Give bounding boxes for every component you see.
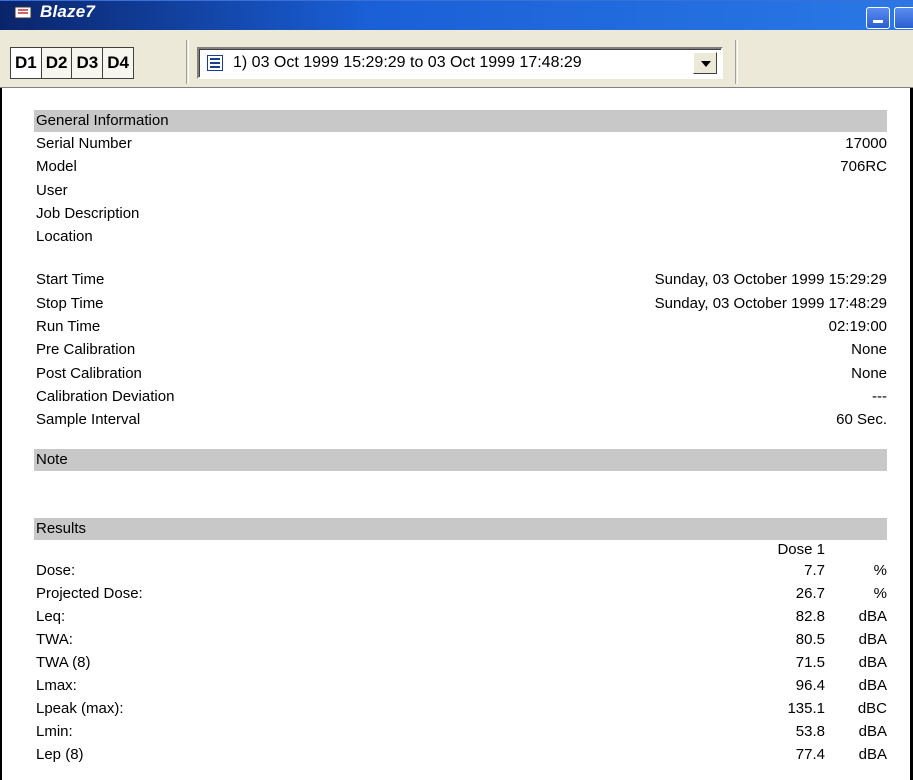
field-label: Sample Interval	[36, 411, 141, 429]
note-content	[34, 471, 887, 518]
results-list: Dose: 7.7% Projected Dose: 26.7% Leq: 82.8 dBA…	[34, 559, 887, 766]
results-column-header: Dose 1	[777, 540, 825, 558]
field-value: None	[851, 364, 887, 382]
field-value: 80.5	[795, 630, 825, 648]
field-value: Sunday, 03 October 1999 15:29:29	[654, 271, 887, 289]
title-bar: Blaze7	[0, 0, 913, 30]
minimize-button[interactable]	[866, 7, 890, 29]
toolbar-separator	[186, 40, 189, 84]
dataset-button-d4[interactable]: D4	[103, 48, 133, 78]
list-item: TWA: 80.5 dBA	[34, 628, 887, 651]
list-item: TWA (8) 71.5 dBA	[34, 651, 887, 674]
field-label: TWA (8)	[36, 653, 91, 671]
list-item: Location	[34, 225, 887, 248]
dataset-button-d2[interactable]: D2	[41, 48, 73, 78]
section-header-results: Results	[34, 517, 887, 540]
dataset-button-group: D1 D2 D3 D4	[10, 47, 134, 79]
field-label: Pre Calibration	[36, 341, 136, 359]
field-label: Lmax:	[36, 676, 77, 694]
list-item: Model 706RC	[34, 155, 887, 178]
field-label: TWA:	[36, 630, 73, 648]
field-label: Dose:	[36, 561, 76, 579]
list-item: Calibration Deviation ---	[34, 385, 887, 408]
list-item: Sample Interval 60 Sec.	[34, 408, 887, 431]
field-label: Lpeak (max):	[36, 699, 124, 717]
list-item: Projected Dose: 26.7%	[34, 582, 887, 605]
list-item: Lep (8) 77.4 dBA	[34, 743, 887, 766]
toolbar: D1 D2 D3 D4 1) 03 Oct 1999 15:29:29 to 0…	[0, 30, 913, 88]
session-select-value: 1) 03 Oct 1999 15:29:29 to 03 Oct 1999 1…	[233, 54, 582, 71]
field-value: 82.8	[795, 607, 825, 625]
field-value: 60 Sec.	[836, 411, 887, 429]
app-icon	[14, 6, 32, 19]
field-value: 26.7	[795, 584, 825, 602]
section-header-general: General Information	[34, 110, 887, 132]
window-title: Blaze7	[40, 2, 96, 21]
toolbar-separator	[735, 40, 738, 84]
field-label: Start Time	[36, 271, 105, 289]
list-item: Lmax: 96.4 dBA	[34, 674, 887, 697]
field-value: 706RC	[840, 158, 887, 176]
field-label: Model	[36, 158, 77, 176]
list-item: Serial Number 17000	[34, 132, 887, 155]
field-value: 53.8	[795, 722, 825, 740]
list-item: Post Calibration None	[34, 362, 887, 385]
list-item: Lpeak (max): 135.1 dBC	[34, 697, 887, 720]
field-label: Leq:	[36, 607, 66, 625]
dataset-button-d3[interactable]: D3	[72, 48, 104, 78]
list-item: Lmin: 53.8 dBA	[34, 720, 887, 743]
field-label: Location	[36, 228, 93, 246]
list-item: Start Time Sunday, 03 October 1999 15:29:…	[34, 268, 887, 291]
field-unit: dBA	[858, 653, 887, 671]
list-item: User	[34, 179, 887, 202]
field-unit: %	[873, 561, 887, 579]
field-label: User	[36, 181, 68, 199]
field-unit: dBC	[857, 699, 887, 717]
list-item: Job Description	[34, 202, 887, 225]
field-label: Stop Time	[36, 294, 104, 312]
field-value: 7.7	[804, 561, 825, 579]
report-view: General Information Serial Number 17000 Mo…	[34, 110, 887, 766]
field-label: Post Calibration	[36, 364, 142, 382]
field-label: Run Time	[36, 318, 101, 336]
list-item: Pre Calibration None	[34, 338, 887, 361]
timing-info-list: Start Time Sunday, 03 October 1999 15:29:…	[34, 268, 887, 431]
field-value: 17000	[845, 135, 887, 152]
field-value: ---	[872, 387, 887, 405]
session-select[interactable]: 1) 03 Oct 1999 15:29:29 to 03 Oct 1999 1…	[197, 47, 723, 79]
results-column-header-row: Dose 1	[34, 540, 887, 559]
field-value: 96.4	[795, 676, 825, 694]
window-frame-left	[0, 88, 10, 780]
field-value: None	[851, 341, 887, 359]
field-unit: dBA	[858, 630, 887, 648]
general-info-list: Serial Number 17000 Model 706RC User Job Desc…	[34, 132, 887, 248]
window-frame-right	[903, 88, 913, 780]
field-value: 71.5	[795, 653, 825, 671]
field-unit: dBA	[858, 722, 887, 740]
field-label: Serial Number	[36, 135, 132, 152]
field-unit: dBA	[858, 745, 887, 763]
field-label: Lmin:	[36, 722, 73, 740]
maximize-button[interactable]	[894, 7, 913, 29]
field-label: Job Description	[36, 204, 140, 222]
list-item: Leq: 82.8 dBA	[34, 605, 887, 628]
session-list-icon	[207, 55, 223, 71]
field-unit: dBA	[858, 607, 887, 625]
dataset-button-d1[interactable]: D1	[11, 48, 42, 78]
field-label: Lep (8)	[36, 745, 84, 763]
field-unit: dBA	[858, 676, 887, 694]
field-label: Projected Dose:	[36, 584, 143, 602]
field-value: Sunday, 03 October 1999 17:48:29	[654, 294, 887, 312]
list-item: Stop Time Sunday, 03 October 1999 17:48:2…	[34, 292, 887, 315]
field-value: 77.4	[795, 745, 825, 763]
dropdown-arrow-icon[interactable]	[693, 52, 717, 74]
field-unit: %	[873, 584, 887, 602]
field-value: 02:19:00	[828, 318, 887, 336]
list-item: Dose: 7.7%	[34, 559, 887, 582]
field-label: Calibration Deviation	[36, 387, 175, 405]
section-header-note: Note	[34, 448, 887, 471]
field-value: 135.1	[787, 699, 825, 717]
list-item: Run Time 02:19:00	[34, 315, 887, 338]
